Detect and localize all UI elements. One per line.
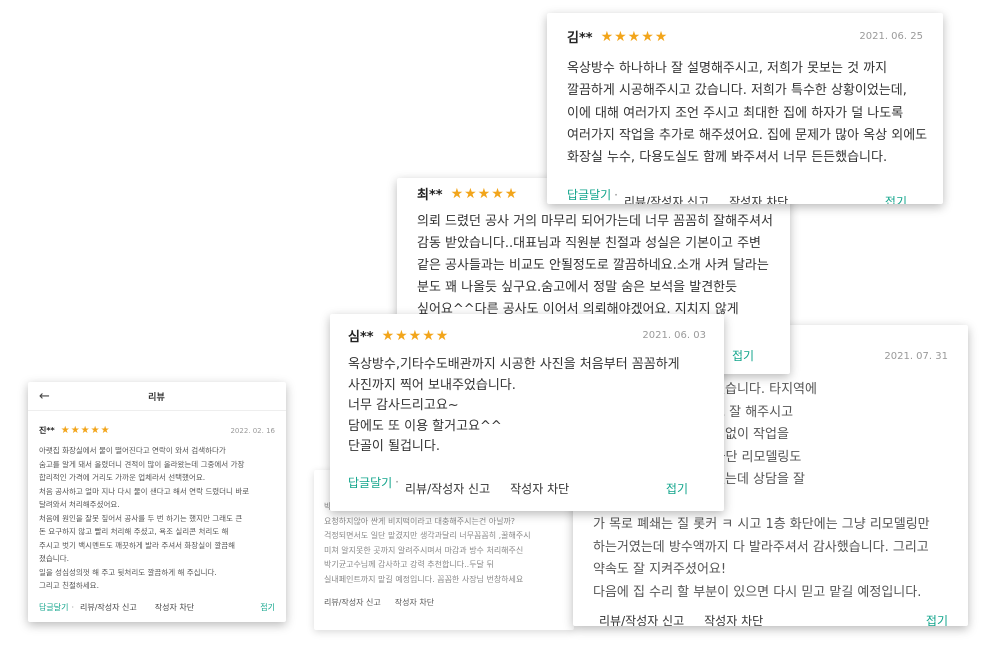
review-line: 하는거였는데 방수액까지 다 발라주셔서 감사했습니다. 그리고: [593, 539, 929, 555]
report-button[interactable]: 리뷰/작성자 신고: [599, 612, 684, 626]
review-line: 졌습니다.: [39, 554, 69, 563]
review-header: 진** ★★★★★ 2022. 02. 16: [39, 425, 275, 436]
separator-dot: ·: [614, 187, 618, 202]
review-line: 화장실 누수, 다용도실도 함께 봐주셔서 너무 든든했습니다.: [567, 150, 888, 166]
fold-button[interactable]: 접기: [885, 193, 907, 204]
review-date: 2021. 06. 03: [642, 330, 706, 341]
review-actions: 답글달기 · 리뷰/작성자 신고 작성자 차단 접기: [39, 602, 275, 613]
review-line: 의뢰 드렸던 공사 거의 마무리 되어가는데 너무 꼼꼼히 잘해주셔서: [417, 214, 773, 229]
review-author: 최**: [417, 188, 443, 203]
arrow-left-icon[interactable]: ←: [39, 389, 50, 404]
review-body: 옥상방수,기타수도배관까지 시공한 사진을 처음부터 꼼꼼하게 사진까지 찍어 …: [348, 355, 706, 458]
review-line: 감동 받았습니다..대표님과 직원분 친절과 성실은 기본이고 주변: [417, 236, 762, 251]
review-line: 달려와서 처리해주셨어요.: [39, 500, 120, 509]
review-line: 가 목로 폐쇄는 질 롯커 ㅋ 시고 1층 화단에는 그냥 리모델링만: [593, 517, 930, 532]
block-author-button[interactable]: 작성자 차단: [510, 480, 569, 497]
review-line: 여러가지 작업을 추가로 해주셨어요. 집에 문제가 많아 옥상 외에도: [567, 127, 928, 143]
review-line: 너무 감사드리고요~: [348, 398, 459, 414]
review-card-kim: 김** ★★★★★ 2021. 06. 25 옥상방수 하나하나 잘 설명해주시…: [547, 13, 943, 204]
review-date: 2022. 02. 16: [230, 426, 275, 435]
reply-button[interactable]: 답글달기: [567, 186, 611, 203]
panel-header: ← 리뷰: [28, 382, 286, 411]
report-button[interactable]: 리뷰/작성자 신고: [80, 602, 137, 613]
star-rating: ★★★★★: [450, 185, 519, 202]
fold-button[interactable]: 접기: [732, 347, 754, 364]
block-author-button[interactable]: 작성자 차단: [155, 602, 194, 613]
star-rating: ★★★★★: [600, 28, 669, 45]
review-line: 박기균고수님께 감사하고 강력 추천합니다..두달 뒤: [324, 560, 494, 569]
review-line: 합리적인 가격에 거리도 가까운 업체라서 선택했어요.: [39, 473, 206, 482]
review-date: 2021. 06. 25: [859, 31, 923, 42]
review-actions: 리뷰/작성자 신고 작성자 차단 접기: [593, 612, 948, 626]
review-line: 옥상방수,기타수도배관까지 시공한 사진을 처음부터 꼼꼼하게: [348, 357, 680, 372]
review-line: 처음에 원인을 잘못 짚어서 공사를 두 번 하기는 했지만 그래도 큰: [39, 513, 243, 523]
separator-dot: ·: [395, 475, 399, 490]
review-header: 김** ★★★★★ 2021. 06. 25: [567, 27, 923, 47]
review-line: 사진까지 찍어 보내주었습니다.: [348, 377, 516, 393]
review-line: 다음에 집 수리 할 부분이 있으면 다시 믿고 맡길 예정입니다.: [593, 584, 922, 600]
review-card-sim: 심** ★★★★★ 2021. 06. 03 옥상방수,기타수도배관까지 시공한…: [330, 314, 724, 511]
review-line: 처음 공사하고 얼마 지나 다시 물이 샌다고 해서 연락 드렸더니 바로: [39, 486, 250, 496]
review-line: 숨고를 알게 돼서 올렸더니 견적이 많이 올라왔는데 그중에서 가장: [39, 459, 245, 469]
report-button[interactable]: 리뷰/작성자 신고: [405, 480, 490, 497]
page-title: 리뷰: [148, 392, 165, 403]
review-line: 담에도 또 이용 할거고요^^: [348, 418, 502, 434]
reply-button[interactable]: 답글달기: [348, 474, 392, 491]
review-line: 분도 꽤 나올듯 싶구요.숨고에서 정말 숨은 보석을 발견한듯: [417, 280, 738, 295]
review-author: 심**: [348, 330, 374, 345]
review-body: 옥상방수 하나하나 잘 설명해주시고, 저희가 못보는 것 까지 깔끔하게 시공…: [567, 58, 928, 169]
review-line: 요청하지않아 싼게 비지떡이라고 대충해주시는건 아닐까?: [324, 516, 516, 526]
review-actions: 답글달기 · 리뷰/작성자 신고 작성자 차단 접기: [348, 468, 706, 497]
review-body: 박기균고수님께 견적상담을 하였고 생각보다 꼼꼼하게 많이 요청하지않아 싼게…: [324, 500, 564, 587]
review-actions: 리뷰/작성자 신고 작성자 차단: [324, 597, 564, 608]
review-line: 돈 요구하지 않고 빨리 처리해 주셨고, 욕조 실리콘 처리도 해: [39, 527, 229, 536]
review-panel: ← 리뷰 진** ★★★★★ 2022. 02. 16 아랫집 화장실에서 물이…: [28, 382, 286, 622]
fold-button[interactable]: 접기: [666, 480, 688, 497]
review-line: 옥상방수 하나하나 잘 설명해주시고, 저희가 못보는 것 까지: [567, 61, 888, 76]
fold-button[interactable]: 접기: [926, 612, 948, 626]
report-button[interactable]: 리뷰/작성자 신고: [624, 193, 709, 204]
review-author: 진**: [39, 426, 55, 435]
separator-dot: ·: [71, 602, 74, 612]
fold-button[interactable]: 접기: [260, 602, 275, 613]
report-button[interactable]: 리뷰/작성자 신고: [324, 597, 381, 608]
block-author-button[interactable]: 작성자 차단: [704, 612, 763, 626]
reply-button[interactable]: 답글달기: [39, 602, 68, 613]
review-line: 아랫집 화장실에서 물이 떨어진다고 연락이 와서 검색하다가: [39, 446, 226, 455]
star-rating: ★★★★★: [381, 327, 450, 344]
review-line: 약속도 잘 지켜주셨어요!: [593, 562, 727, 577]
review-body: 의뢰 드렸던 공사 거의 마무리 되어가는데 너무 꼼꼼히 잘해주셔서 감동 받…: [417, 211, 773, 321]
review-line: 주시고 벗기 백시멘트도 깨끗하게 발라 주셔서 화장실이 깔끔해: [39, 540, 236, 550]
review-body: 아랫집 화장실에서 물이 떨어진다고 연락이 와서 검색하다가 숨고를 알게 돼…: [39, 444, 275, 593]
review-date: 2021. 07. 31: [884, 351, 948, 362]
review-header: 심** ★★★★★ 2021. 06. 03: [348, 326, 706, 346]
review-line: 같은 공사들과는 비교도 안될정도로 깔끔하네요.소개 사켜 달라는: [417, 258, 769, 273]
block-author-button[interactable]: 작성자 차단: [395, 597, 434, 608]
block-author-button[interactable]: 작성자 차단: [729, 193, 788, 204]
review-line: 이에 대해 여러가지 조언 주시고 최대한 집에 하자가 덜 나도록: [567, 105, 904, 121]
review-line: 걱정되면서도 일단 맡겼지만 생각과달리 너무꼼꼼히 ,꿀해주시: [324, 531, 531, 540]
review-actions: 답글달기 · 리뷰/작성자 신고 작성자 차단 접기: [567, 179, 923, 204]
star-rating: ★★★★★: [60, 425, 111, 436]
review-line: 실내페인트까지 맡길 예정입니다. 꼼꼼한 사장님 번창하세요: [324, 574, 524, 584]
review-line: 미쳐 알지못한 곳까지 알려주시며서 마감과 방수 처리해주신: [324, 545, 524, 555]
review-line: 단골이 될겁니다.: [348, 439, 440, 455]
review-line: 깔끔하게 시공해주시고 갔습니다. 저희가 특수한 상황이었는데,: [567, 83, 907, 99]
review-line: 일을 성심성의껏 해 주고 뒷처리도 깔끔하게 해 주십니다.: [39, 567, 217, 577]
review-author: 김**: [567, 31, 593, 46]
review-line: 그리고 친절하세요.: [39, 581, 99, 590]
